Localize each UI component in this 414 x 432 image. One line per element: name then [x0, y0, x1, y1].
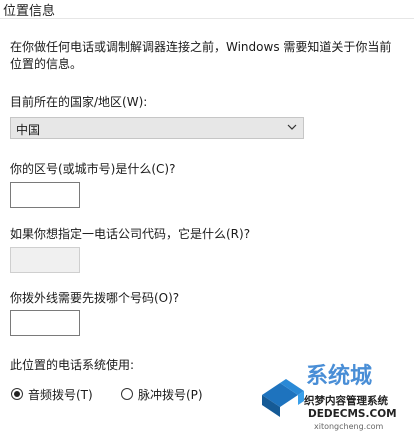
outside-line-input[interactable] [10, 310, 80, 336]
watermark-domain-2: xitongcheng.com [314, 422, 384, 431]
country-select-value: 中国 [16, 123, 41, 137]
pulse-dialing-label[interactable]: 脉冲拨号(P) [138, 386, 203, 403]
watermark-logo: 系统城 织梦内容管理系统 DEDECMS.COM xitongcheng.com [262, 363, 397, 431]
intro-text-line-1: 在你做任何电话或调制解调器连接之前，Windows 需要知道关于你当前 [10, 40, 392, 54]
carrier-code-label: 如果你想指定一电话公司代码，它是什么(R)? [10, 227, 251, 241]
pulse-dialing-radio[interactable] [121, 388, 133, 400]
area-code-input[interactable] [10, 182, 80, 208]
tone-dialing-label[interactable]: 音频拨号(T) [28, 386, 93, 403]
chevron-down-icon [287, 124, 297, 130]
carrier-code-input [10, 247, 80, 273]
intro-text-line-2: 位置的信息。 [10, 57, 83, 71]
watermark-domain: DEDECMS.COM [308, 408, 397, 420]
outside-line-label: 你拨外线需要先拨哪个号码(O)? [10, 291, 180, 305]
tone-dialing-radio[interactable] [11, 388, 23, 400]
dialing-type-label: 此位置的电话系统使用: [10, 358, 135, 372]
area-code-label: 你的区号(或城市号)是什么(C)? [10, 162, 176, 176]
country-label: 目前所在的国家/地区(W): [10, 95, 148, 109]
windows-logo-icon [262, 379, 304, 417]
watermark-site: 织梦内容管理系统 [304, 394, 388, 407]
watermark-brand: 系统城 [306, 363, 372, 389]
dialog-title: 位置信息 [3, 4, 56, 19]
country-select[interactable]: 中国 [10, 117, 304, 139]
